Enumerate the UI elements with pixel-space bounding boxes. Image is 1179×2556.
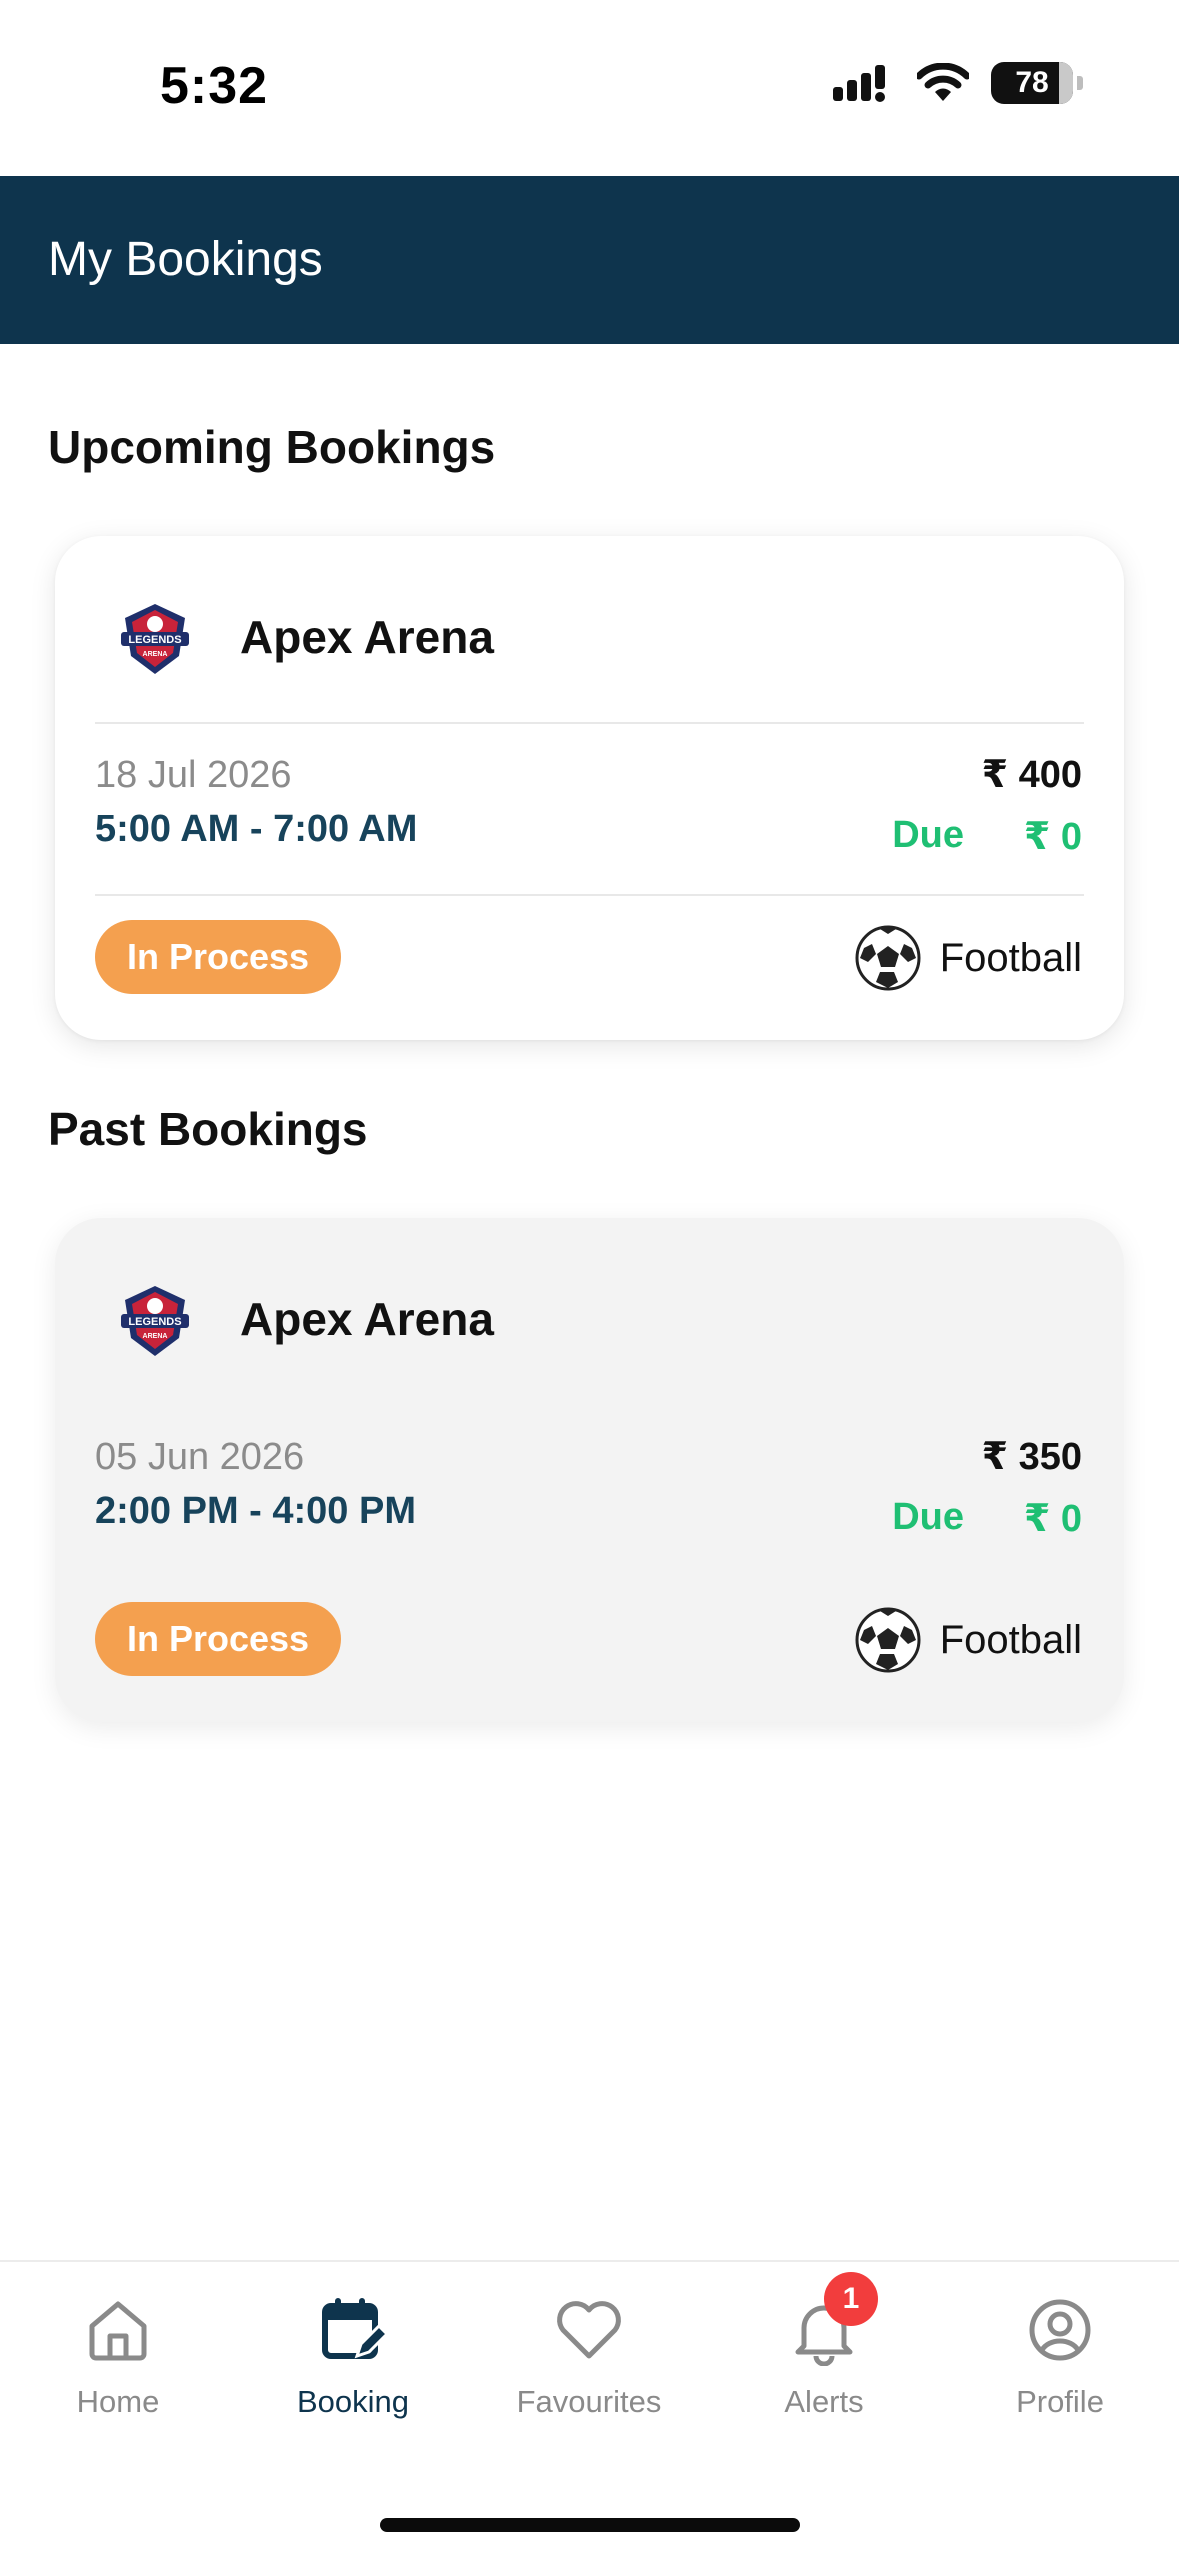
page-title: My Bookings bbox=[48, 233, 323, 286]
football-icon bbox=[855, 1607, 921, 1673]
due-label: Due bbox=[892, 1496, 964, 1538]
venue-logo: LEGENDS ARENA bbox=[121, 604, 189, 674]
upcoming-booking-card[interactable]: LEGENDS ARENA Apex Arena 18 Jul 2026 5:0… bbox=[55, 536, 1124, 1040]
nav-label: Favourites bbox=[516, 2384, 662, 2419]
calendar-edit-icon bbox=[322, 2298, 389, 2359]
nav-home[interactable]: Home bbox=[18, 2294, 218, 2420]
svg-text:ARENA: ARENA bbox=[143, 651, 168, 658]
sport-label: Football bbox=[939, 1617, 1082, 1662]
alerts-count-badge: 1 bbox=[824, 2272, 878, 2326]
status-time: 5:32 bbox=[160, 57, 269, 115]
bottom-nav: Home Booking Favourites 1 Alerts Profile bbox=[0, 2260, 1179, 2556]
booking-price: ₹ 350 bbox=[981, 1436, 1082, 1478]
sport-label: Football bbox=[939, 935, 1082, 980]
football-icon bbox=[855, 925, 921, 991]
card-divider bbox=[95, 722, 1084, 724]
past-booking-card[interactable]: LEGENDS ARENA Apex Arena 05 Jun 2026 2:0… bbox=[55, 1218, 1124, 1722]
battery-icon: 78 bbox=[991, 62, 1073, 104]
status-bar: 5:32 78 bbox=[0, 0, 1179, 176]
battery-level: 78 bbox=[1015, 66, 1049, 99]
sport-tag: Football bbox=[854, 924, 1082, 992]
status-icons: 78 bbox=[833, 62, 1083, 104]
svg-text:LEGENDS: LEGENDS bbox=[128, 634, 181, 646]
bell-icon-wrapper: 1 bbox=[788, 2272, 878, 2367]
status-badge: In Process bbox=[95, 1602, 341, 1676]
wifi-icon bbox=[917, 63, 969, 101]
home-icon bbox=[89, 2301, 147, 2361]
sport-tag: Football bbox=[854, 1606, 1082, 1674]
booking-time: 5:00 AM - 7:00 AM bbox=[95, 808, 418, 850]
app-header: My Bookings bbox=[0, 176, 1179, 344]
nav-profile[interactable]: Profile bbox=[960, 2294, 1160, 2420]
card-divider bbox=[95, 894, 1084, 896]
venue-name: Apex Arena bbox=[240, 1293, 494, 1345]
home-indicator bbox=[380, 2518, 800, 2532]
booking-price: ₹ 400 bbox=[981, 754, 1082, 796]
status-badge: In Process bbox=[95, 920, 341, 994]
svg-text:LEGENDS: LEGENDS bbox=[128, 1316, 181, 1328]
nav-label: Profile bbox=[1016, 2384, 1104, 2419]
past-section-title: Past Bookings bbox=[48, 1103, 368, 1155]
svg-text:ARENA: ARENA bbox=[143, 1333, 168, 1340]
due-amount: ₹ 0 bbox=[1023, 1498, 1082, 1540]
nav-alerts[interactable]: 1 Alerts bbox=[724, 2272, 924, 2420]
due-amount: ₹ 0 bbox=[1023, 816, 1082, 858]
heart-icon bbox=[557, 2301, 621, 2359]
nav-label: Home bbox=[76, 2384, 160, 2419]
due-label: Due bbox=[892, 814, 964, 856]
upcoming-section-title: Upcoming Bookings bbox=[48, 421, 496, 473]
nav-label: Booking bbox=[296, 2384, 410, 2419]
nav-label: Alerts bbox=[784, 2384, 864, 2419]
venue-name: Apex Arena bbox=[240, 611, 494, 663]
cellular-signal-icon bbox=[833, 65, 885, 102]
battery-nub bbox=[1077, 76, 1083, 90]
booking-date: 05 Jun 2026 bbox=[95, 1436, 305, 1478]
nav-booking[interactable]: Booking bbox=[253, 2294, 453, 2420]
booking-time: 2:00 PM - 4:00 PM bbox=[95, 1490, 416, 1532]
venue-logo: LEGENDS ARENA bbox=[121, 1286, 189, 1356]
booking-date: 18 Jul 2026 bbox=[95, 754, 292, 796]
user-circle-icon bbox=[1029, 2299, 1091, 2361]
nav-favourites[interactable]: Favourites bbox=[489, 2294, 689, 2420]
